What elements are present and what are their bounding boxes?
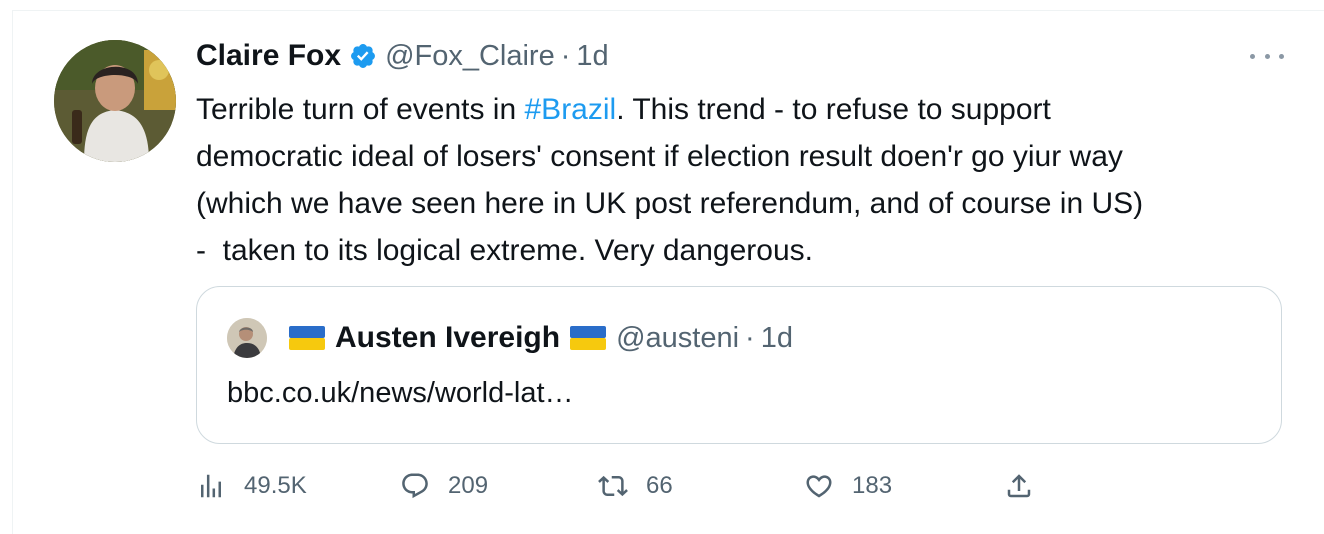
separator-dot: · — [560, 39, 571, 72]
author-name[interactable]: Claire Fox — [196, 39, 341, 73]
reply-count: 209 — [448, 472, 489, 499]
tweet-header: Claire Fox @Fox_Claire · 1d — [196, 34, 609, 78]
separator-dot: · — [745, 321, 755, 354]
quoted-tweet-timestamp: 1d — [760, 321, 793, 354]
quoted-author-name: Austen Ivereigh — [335, 321, 561, 354]
reply-bubble-icon — [400, 471, 430, 501]
verified-badge-icon — [349, 42, 377, 70]
quoted-tweet-header: Austen Ivereigh @austeni · 1d — [227, 317, 793, 359]
views-count: 49.5K — [244, 472, 307, 499]
heart-icon — [804, 471, 834, 501]
tweet-text-line: Terrible turn of events in #Brazil. This… — [196, 86, 1296, 133]
quoted-author-handle: @austeni — [616, 321, 740, 354]
retweet-icon — [598, 471, 628, 501]
quoted-tweet-text: bbc.co.uk/news/world-lat… — [227, 377, 574, 409]
like-count: 183 — [852, 472, 893, 499]
text-segment: Terrible turn of events in — [196, 93, 525, 126]
left-divider — [12, 10, 13, 534]
tweet-timestamp[interactable]: 1d — [576, 40, 608, 73]
hashtag-link[interactable]: #Brazil — [525, 93, 617, 126]
share-upload-icon — [1004, 471, 1034, 501]
views-button[interactable]: 49.5K — [196, 468, 307, 504]
ukraine-flag-icon — [570, 326, 607, 350]
more-dot — [1250, 53, 1255, 59]
like-button[interactable]: 183 — [804, 468, 892, 504]
quoted-tweet-card[interactable]: Austen Ivereigh @austeni · 1d bbc.co.uk/… — [196, 286, 1282, 444]
reply-button[interactable]: 209 — [400, 468, 488, 504]
quoted-author-avatar — [227, 318, 267, 358]
author-avatar[interactable] — [54, 40, 176, 162]
top-divider — [12, 10, 1324, 11]
share-button[interactable] — [1004, 468, 1034, 504]
more-options-icon[interactable] — [1250, 44, 1284, 68]
more-dot — [1264, 53, 1270, 59]
views-chart-icon — [196, 471, 226, 501]
text-segment: . This trend - to refuse to support — [616, 93, 1051, 126]
tweet-text-line: democratic ideal of losers' consent if e… — [196, 140, 1123, 173]
tweet-actions-bar: 49.5K 209 66 183 — [196, 468, 1056, 504]
more-dot — [1279, 53, 1284, 59]
ukraine-flag-icon — [289, 326, 325, 350]
tweet-text-line: - taken to its logical extreme. Very dan… — [196, 234, 813, 267]
retweet-count: 66 — [646, 472, 673, 499]
tweet-text-line: (which we have seen here in UK post refe… — [196, 187, 1144, 220]
tweet-text: Terrible turn of events in #Brazil. This… — [196, 86, 1296, 274]
retweet-button[interactable]: 66 — [598, 468, 673, 504]
author-handle[interactable]: @Fox_Claire — [385, 40, 555, 73]
